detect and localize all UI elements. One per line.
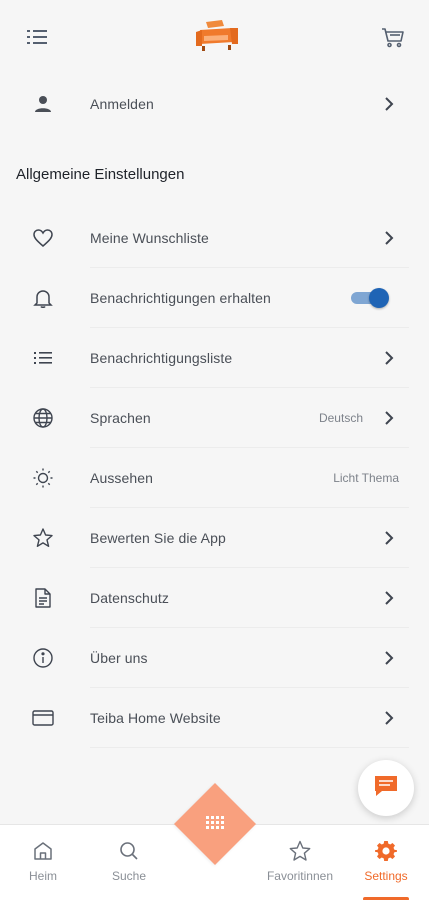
notifications-toggle[interactable]: [351, 288, 389, 308]
languages-label: Sprachen: [90, 410, 151, 426]
settings-item-notifications: Benachrichtigungen erhalten: [0, 268, 429, 328]
rate-app-label: Bewerten Sie die App: [90, 530, 226, 546]
chevron-right-icon: [380, 409, 398, 427]
toggle-knob: [369, 288, 389, 308]
document-icon: [30, 586, 56, 610]
privacy-label: Datenschutz: [90, 590, 169, 606]
nav-tab-settings[interactable]: Settings: [346, 839, 426, 895]
website-label: Teiba Home Website: [90, 710, 221, 726]
search-icon: [117, 839, 141, 863]
chevron-right-icon: [380, 589, 398, 607]
wishlist-label: Meine Wunschliste: [90, 230, 209, 246]
settings-item-languages[interactable]: Sprachen Deutsch: [0, 388, 429, 448]
grid-icon: [203, 813, 227, 835]
notification-list-label: Benachrichtigungsliste: [90, 350, 233, 366]
chat-icon: [372, 773, 400, 804]
bell-icon: [30, 286, 56, 310]
cart-icon[interactable]: [379, 23, 407, 51]
nav-label-settings: Settings: [364, 869, 408, 883]
settings-item-wishlist[interactable]: Meine Wunschliste: [0, 208, 429, 268]
chevron-right-icon: [380, 529, 398, 547]
nav-label-home: Heim: [28, 869, 57, 883]
about-label: Über uns: [90, 650, 148, 666]
gear-icon: [374, 839, 398, 863]
chevron-right-icon: [380, 649, 398, 667]
info-icon: [30, 646, 56, 670]
settings-item-privacy[interactable]: Datenschutz: [0, 568, 429, 628]
star-icon: [30, 526, 56, 550]
list-icon: [30, 346, 56, 370]
browser-window-icon: [30, 706, 56, 730]
star-outline-icon: [288, 839, 312, 863]
nav-tab-favorites[interactable]: Favoritinnen: [260, 839, 340, 895]
chat-button[interactable]: [358, 760, 414, 816]
settings-item-rate-app[interactable]: Bewerten Sie die App: [0, 508, 429, 568]
chevron-right-icon: [380, 229, 398, 247]
settings-item-notification-list[interactable]: Benachrichtigungsliste: [0, 328, 429, 388]
globe-icon: [30, 406, 56, 430]
top-app-bar: [0, 0, 429, 72]
section-title: Allgemeine Einstellungen: [16, 166, 185, 183]
nav-tab-home[interactable]: Heim: [3, 839, 83, 895]
login-label: Anmelden: [90, 96, 154, 112]
chevron-right-icon: [380, 95, 398, 113]
appearance-label: Aussehen: [90, 470, 154, 486]
settings-item-website[interactable]: Teiba Home Website: [0, 688, 429, 748]
nav-label-search: Suche: [111, 869, 147, 883]
sofa-logo: [192, 16, 240, 56]
settings-item-appearance[interactable]: Aussehen Licht Thema: [0, 448, 429, 508]
chevron-right-icon: [380, 709, 398, 727]
sun-icon: [30, 466, 56, 490]
divider: [90, 747, 409, 748]
list-menu-icon[interactable]: [24, 24, 50, 50]
nav-tab-search[interactable]: Suche: [89, 839, 169, 895]
login-row[interactable]: Anmelden: [0, 74, 429, 134]
nav-label-favorites: Favoritinnen: [266, 869, 334, 883]
chevron-right-icon: [380, 349, 398, 367]
heart-icon: [30, 226, 56, 250]
language-value: Deutsch: [318, 411, 363, 425]
person-icon: [30, 92, 56, 116]
settings-item-about[interactable]: Über uns: [0, 628, 429, 688]
notifications-label: Benachrichtigungen erhalten: [90, 290, 271, 306]
home-icon: [31, 839, 55, 863]
appearance-value: Licht Thema: [333, 471, 399, 485]
